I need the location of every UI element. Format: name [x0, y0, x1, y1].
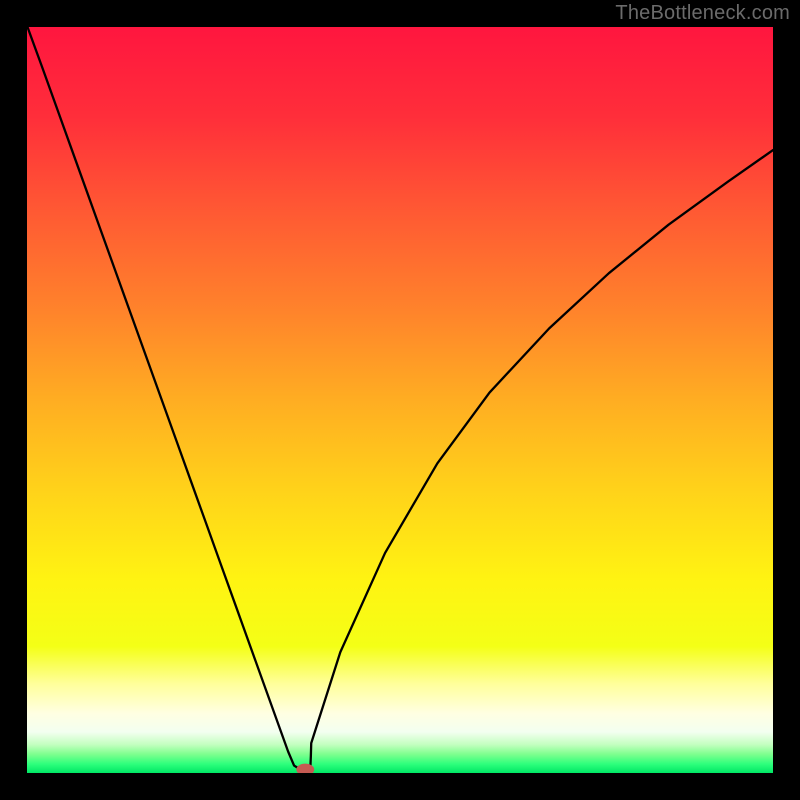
chart-frame: TheBottleneck.com [0, 0, 800, 800]
plot-background [27, 27, 773, 773]
bottleneck-chart [27, 27, 773, 773]
watermark-text: TheBottleneck.com [615, 2, 790, 25]
